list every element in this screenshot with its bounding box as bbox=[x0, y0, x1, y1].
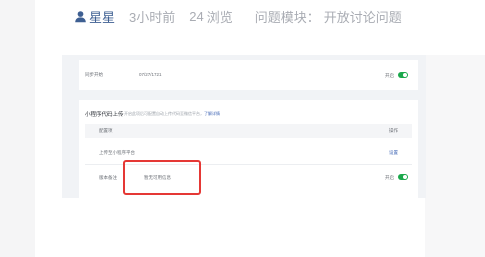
header-left: 配置项 bbox=[99, 128, 113, 133]
section-desc: 开启此项后可配置自动上传代码至微信平台，了解详情 bbox=[124, 111, 220, 117]
post-time: 3小时前 bbox=[129, 9, 176, 25]
settings-row-card: 同步开始 07/27/1721 开启 bbox=[79, 60, 418, 90]
row2-toggle[interactable] bbox=[398, 174, 408, 180]
row1-action[interactable]: 设置 bbox=[389, 150, 398, 156]
post-meta-bar: 星星 3小时前 24 浏览 问题模块： 开放讨论问题 bbox=[74, 6, 402, 26]
row-top-toggle[interactable] bbox=[398, 72, 408, 78]
author-link[interactable]: 星星 bbox=[89, 7, 115, 26]
row2-label: 版本备注 bbox=[99, 175, 117, 180]
row1-label: 上传至小程序平台 bbox=[99, 150, 135, 155]
views-label: 浏览 bbox=[206, 9, 233, 25]
user-icon bbox=[75, 10, 86, 22]
table-header: 配置项 操作 bbox=[85, 124, 412, 138]
module-label: 问题模块： bbox=[254, 9, 320, 25]
row2-toggle-label: 开启 bbox=[385, 175, 394, 180]
row-top-toggle-label: 开启 bbox=[385, 73, 394, 78]
right-gutter bbox=[425, 55, 485, 257]
row-top-value: 07/27/1721 bbox=[139, 72, 162, 77]
section-desc-text: 开启此项后可配置自动上传代码至微信平台， bbox=[124, 111, 204, 116]
highlight-box bbox=[123, 160, 201, 195]
left-gutter bbox=[0, 0, 35, 257]
section-title: 小程序代码上传 bbox=[85, 112, 124, 118]
module-value[interactable]: 开放讨论问题 bbox=[324, 7, 402, 26]
views-count: 24 bbox=[189, 8, 204, 24]
embedded-screenshot: 同步开始 07/27/1721 开启 小程序代码上传 开启此项后可配置自动上传代… bbox=[62, 55, 426, 198]
row-top-label: 同步开始 bbox=[85, 72, 103, 77]
section-desc-link[interactable]: 了解详情 bbox=[204, 111, 220, 116]
header-right: 操作 bbox=[389, 128, 398, 133]
